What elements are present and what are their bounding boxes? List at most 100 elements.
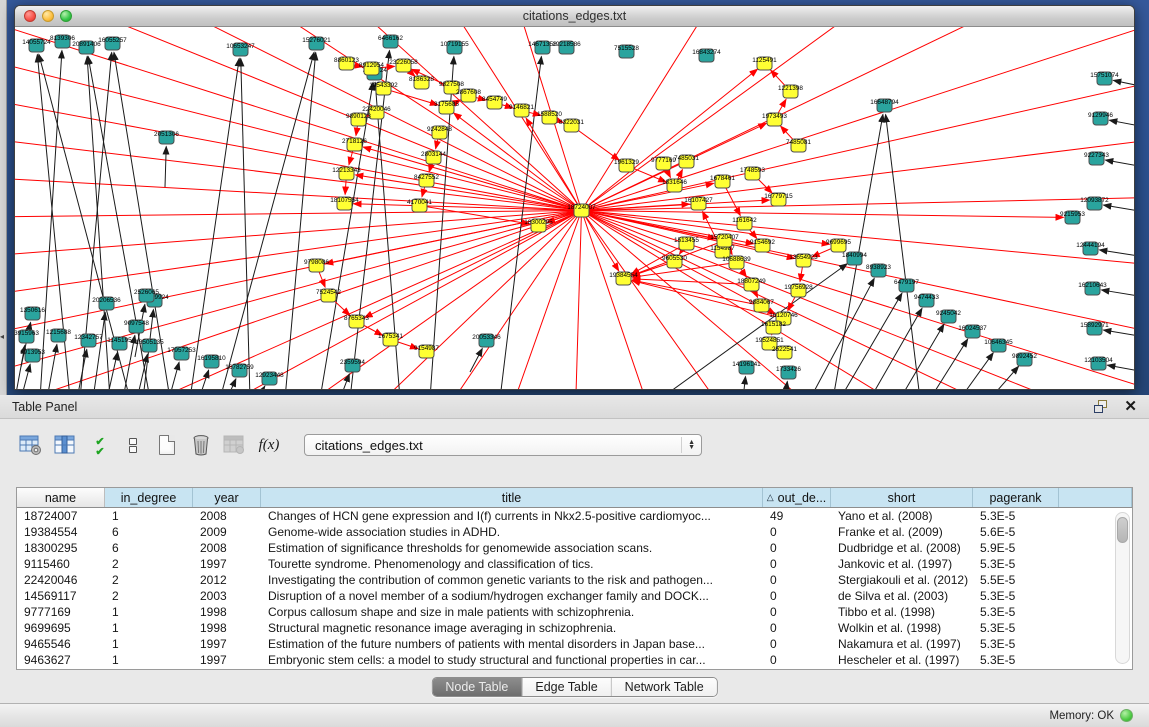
tab-edge-table[interactable]: Edge Table: [521, 678, 610, 696]
cell-title[interactable]: Estimation of the future numbers of pati…: [261, 637, 763, 651]
cell-short[interactable]: Yano et al. (2008): [831, 509, 973, 523]
cell-pagerank[interactable]: 5.3E-5: [973, 621, 1059, 635]
table-row[interactable]: 2242004622012Investigating the contribut…: [17, 572, 1132, 588]
cell-out_de[interactable]: 0: [763, 637, 831, 651]
cell-name[interactable]: 18724007: [17, 509, 105, 523]
table-vertical-scrollbar[interactable]: [1115, 512, 1130, 664]
function-builder-button[interactable]: f(x): [254, 431, 284, 459]
cell-name[interactable]: 9777169: [17, 605, 105, 619]
close-panel-icon[interactable]: ✕: [1124, 400, 1137, 414]
cell-title[interactable]: Changes of HCN gene expression and I(f) …: [261, 509, 763, 523]
cell-in_degree[interactable]: 1: [105, 637, 193, 651]
cell-year[interactable]: 1997: [193, 637, 261, 651]
cell-in_degree[interactable]: 1: [105, 509, 193, 523]
cell-short[interactable]: Tibbo et al. (1998): [831, 605, 973, 619]
cell-short[interactable]: Nakamura et al. (1997): [831, 637, 973, 651]
scrollbar-thumb[interactable]: [1117, 517, 1128, 543]
collapse-arrow-icon[interactable]: ◂: [0, 332, 4, 341]
cell-year[interactable]: 2003: [193, 589, 261, 603]
table-row[interactable]: 946554611997Estimation of the future num…: [17, 636, 1132, 652]
cell-short[interactable]: Stergiakouli et al. (2012): [831, 573, 973, 587]
tab-node-table[interactable]: Node Table: [432, 678, 521, 696]
cell-in_degree[interactable]: 1: [105, 621, 193, 635]
cell-name[interactable]: 19384554: [17, 525, 105, 539]
cell-short[interactable]: de Silva et al. (2003): [831, 589, 973, 603]
float-panel-icon[interactable]: [1094, 400, 1110, 414]
column-header-out_de[interactable]: △out_de...: [763, 488, 831, 507]
cell-out_de[interactable]: 0: [763, 525, 831, 539]
cell-year[interactable]: 2012: [193, 573, 261, 587]
column-header-name[interactable]: name: [17, 488, 105, 507]
cell-short[interactable]: Wolkin et al. (1998): [831, 621, 973, 635]
table-row[interactable]: 1938455462009Genome-wide association stu…: [17, 524, 1132, 540]
select-column-button[interactable]: [50, 431, 80, 459]
cell-name[interactable]: 18300295: [17, 541, 105, 555]
cell-year[interactable]: 1998: [193, 621, 261, 635]
cell-title[interactable]: Tourette syndrome. Phenomenology and cla…: [261, 557, 763, 571]
cell-in_degree[interactable]: 1: [105, 653, 193, 667]
cell-name[interactable]: 14569117: [17, 589, 105, 603]
cell-in_degree[interactable]: 2: [105, 589, 193, 603]
cell-pagerank[interactable]: 5.3E-5: [973, 589, 1059, 603]
toggle-rows-button[interactable]: [118, 431, 148, 459]
cell-short[interactable]: Hescheler et al. (1997): [831, 653, 973, 667]
cell-title[interactable]: Investigating the contribution of common…: [261, 573, 763, 587]
cell-pagerank[interactable]: 5.6E-5: [973, 525, 1059, 539]
cell-out_de[interactable]: 49: [763, 509, 831, 523]
cell-in_degree[interactable]: 1: [105, 605, 193, 619]
cell-out_de[interactable]: 0: [763, 541, 831, 555]
cell-year[interactable]: 1997: [193, 653, 261, 667]
column-header-short[interactable]: short: [831, 488, 973, 507]
column-header-title[interactable]: title: [261, 488, 763, 507]
table-settings-button[interactable]: [16, 431, 46, 459]
tab-network-table[interactable]: Network Table: [611, 678, 717, 696]
cell-pagerank[interactable]: 5.3E-5: [973, 637, 1059, 651]
cell-year[interactable]: 1997: [193, 557, 261, 571]
table-select-dropdown[interactable]: citations_edges.txt ▲▼: [304, 434, 702, 456]
cell-in_degree[interactable]: 2: [105, 557, 193, 571]
left-collapse-strip[interactable]: ◂: [0, 0, 7, 395]
cell-out_de[interactable]: 0: [763, 589, 831, 603]
column-header-pagerank[interactable]: pagerank: [973, 488, 1059, 507]
new-table-button[interactable]: [152, 431, 182, 459]
cell-short[interactable]: Franke et al. (2009): [831, 525, 973, 539]
cell-title[interactable]: Corpus callosum shape and size in male p…: [261, 605, 763, 619]
table-row[interactable]: 946362711997Embryonic stem cells: a mode…: [17, 652, 1132, 668]
window-titlebar[interactable]: citations_edges.txt: [15, 6, 1134, 27]
column-header-in_degree[interactable]: in_degree: [105, 488, 193, 507]
cell-out_de[interactable]: 0: [763, 573, 831, 587]
cell-name[interactable]: 9463627: [17, 653, 105, 667]
cell-name[interactable]: 9115460: [17, 557, 105, 571]
cell-pagerank[interactable]: 5.5E-5: [973, 573, 1059, 587]
cell-out_de[interactable]: 0: [763, 621, 831, 635]
cell-in_degree[interactable]: 6: [105, 525, 193, 539]
network-view-window[interactable]: citations_edges.txt 14055724813930620891…: [14, 5, 1135, 390]
cell-title[interactable]: Embryonic stem cells: a model to study s…: [261, 653, 763, 667]
table-row[interactable]: 1872400712008Changes of HCN gene express…: [17, 508, 1132, 524]
cell-title[interactable]: Genome-wide association studies in ADHD.: [261, 525, 763, 539]
cell-pagerank[interactable]: 5.3E-5: [973, 605, 1059, 619]
cell-title[interactable]: Disruption of a novel member of a sodium…: [261, 589, 763, 603]
cell-short[interactable]: Jankovic et al. (1997): [831, 557, 973, 571]
cell-year[interactable]: 2009: [193, 525, 261, 539]
cell-name[interactable]: 9465546: [17, 637, 105, 651]
cell-in_degree[interactable]: 6: [105, 541, 193, 555]
table-row[interactable]: 1830029562008Estimation of significance …: [17, 540, 1132, 556]
cell-name[interactable]: 9699695: [17, 621, 105, 635]
cell-pagerank[interactable]: 5.3E-5: [973, 653, 1059, 667]
cell-pagerank[interactable]: 5.3E-5: [973, 509, 1059, 523]
cell-year[interactable]: 2008: [193, 509, 261, 523]
cell-pagerank[interactable]: 5.9E-5: [973, 541, 1059, 555]
column-header-year[interactable]: year: [193, 488, 261, 507]
cell-in_degree[interactable]: 2: [105, 573, 193, 587]
select-all-button[interactable]: ✔✔: [84, 431, 114, 459]
network-canvas[interactable]: 1405572481393062089140616055257106532471…: [15, 27, 1134, 389]
cell-out_de[interactable]: 0: [763, 653, 831, 667]
cell-year[interactable]: 1998: [193, 605, 261, 619]
cell-pagerank[interactable]: 5.3E-5: [973, 557, 1059, 571]
table-row[interactable]: 969969511998Structural magnetic resonanc…: [17, 620, 1132, 636]
cell-year[interactable]: 2008: [193, 541, 261, 555]
cell-name[interactable]: 22420046: [17, 573, 105, 587]
table-row[interactable]: 977716911998Corpus callosum shape and si…: [17, 604, 1132, 620]
cell-title[interactable]: Structural magnetic resonance image aver…: [261, 621, 763, 635]
